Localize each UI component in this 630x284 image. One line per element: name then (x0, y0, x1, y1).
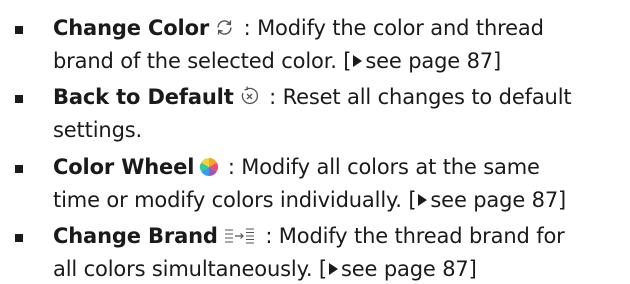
item-description-cont: settings. (53, 118, 143, 142)
item-line-1: Change Color : Modify the color and thre… (53, 15, 544, 44)
bullet-marker (15, 165, 23, 173)
item-line-2: settings. (53, 117, 142, 143)
term-change-color: Change Color (53, 16, 210, 40)
bullet-marker (15, 26, 23, 34)
back-to-default-reset-icon (239, 85, 261, 113)
item-description-cont: brand of the selected color. [ (53, 49, 352, 73)
bullet-marker (15, 234, 23, 242)
item-description: : Modify all colors at the same (227, 155, 540, 179)
page-ref-arrow-icon (328, 263, 338, 275)
bullet-marker (15, 95, 23, 103)
item-line-2: brand of the selected color. [ see page 8… (53, 48, 501, 74)
item-line-2: all colors simultaneously. [ see page 87] (53, 256, 477, 282)
bracket-close: ] (558, 188, 567, 212)
item-description-cont: all colors simultaneously. [ (53, 257, 327, 281)
item-line-1: Color Wheel : Modify all colors at the s… (53, 154, 540, 183)
term-color-wheel: Color Wheel (53, 155, 195, 179)
item-description: : Modify the color and thread (243, 16, 544, 40)
page-ref-link[interactable]: see page 87 (341, 257, 469, 281)
color-wheel-icon (199, 157, 219, 183)
term-back-to-default: Back to Default (53, 85, 234, 109)
item-line-1: Back to Default : Reset all changes to d… (53, 84, 572, 113)
item-description: : Modify the thread brand for (265, 224, 565, 248)
bracket-close: ] (468, 257, 477, 281)
feature-bullet-list: Change Color : Modify the color and thre… (0, 0, 630, 284)
page-ref-link[interactable]: see page 87 (430, 188, 558, 212)
page-ref-arrow-icon (418, 194, 428, 206)
term-change-brand: Change Brand (53, 224, 218, 248)
bracket-close: ] (493, 49, 502, 73)
item-line-2: time or modify colors individually. [ see… (53, 187, 566, 213)
page-ref-link[interactable]: see page 87 (365, 49, 493, 73)
change-color-refresh-icon (214, 17, 235, 44)
item-line-1: Change Brand : Modify the thread brand f… (53, 223, 565, 252)
change-brand-icon (223, 226, 257, 252)
item-description: : Reset all changes to default (269, 85, 572, 109)
item-description-cont: time or modify colors individually. [ (53, 188, 417, 212)
page-ref-arrow-icon (353, 55, 363, 67)
